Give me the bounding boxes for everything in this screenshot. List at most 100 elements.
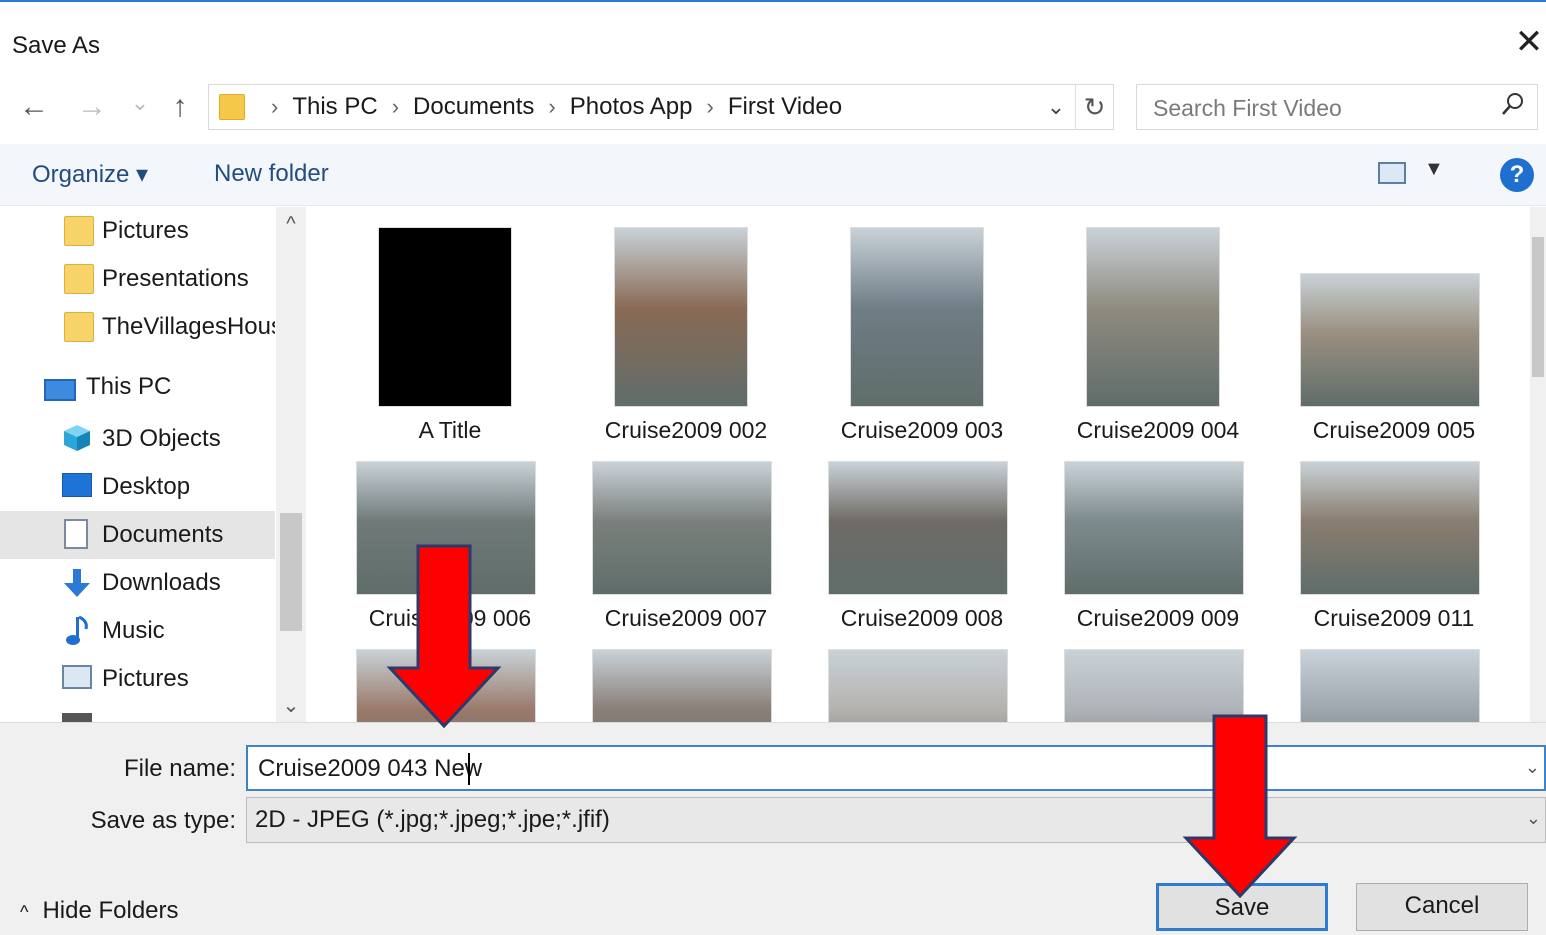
file-name-field[interactable]: Cruise2009 043 New ⌄: [246, 745, 1546, 791]
documents-icon: [64, 519, 88, 549]
help-icon[interactable]: ?: [1500, 158, 1534, 192]
breadcrumb-separator[interactable]: ›: [378, 94, 413, 120]
hide-folders-label: Hide Folders: [42, 897, 179, 924]
file-thumbnail: [592, 649, 772, 722]
sidebar-item-presentations[interactable]: Presentations: [0, 255, 275, 303]
sidebar-scrollbar[interactable]: ^ ⌄: [276, 207, 306, 722]
chevron-down-icon[interactable]: ⌄: [1526, 808, 1541, 829]
save-as-type-label: Save as type:: [90, 807, 236, 834]
file-thumbnail: [828, 649, 1008, 722]
file-name-label: Cruise2009 004: [1076, 417, 1240, 443]
text-caret: [468, 753, 470, 785]
sidebar-item-label: Music: [102, 617, 165, 644]
scroll-up-icon[interactable]: ^: [276, 213, 306, 236]
music-icon: [64, 615, 94, 645]
chevron-down-icon[interactable]: ⌄: [1039, 85, 1073, 129]
sidebar-item-downloads[interactable]: Downloads: [0, 559, 275, 607]
file-list-scrollbar[interactable]: [1530, 207, 1546, 722]
file-name-label: Cruise2009 008: [840, 605, 1004, 631]
save-as-dialog: Save As ✕ ← → ⌄ ↑ › This PC › Documents …: [0, 0, 1546, 935]
chevron-up-icon: ^: [20, 902, 29, 922]
save-as-type-value: 2D - JPEG (*.jpg;*.jpeg;*.jpe;*.jfif): [255, 806, 610, 833]
sidebar-item-label: Downloads: [102, 569, 221, 596]
save-options-panel: File name: Cruise2009 043 New ⌄ Save as …: [0, 722, 1546, 935]
breadcrumb-separator: ›: [271, 94, 279, 119]
breadcrumb-first-video[interactable]: First Video: [728, 93, 842, 121]
file-thumbnail: [592, 461, 772, 595]
breadcrumb-this-pc[interactable]: This PC: [292, 93, 377, 121]
search-input[interactable]: Search First Video: [1136, 84, 1538, 130]
sidebar-item-label: Presentations: [102, 265, 249, 292]
forward-arrow-icon[interactable]: →: [74, 88, 110, 128]
sidebar-item-label: Pictures: [102, 665, 189, 692]
sidebar-item-pictures-library[interactable]: Pictures: [0, 655, 275, 703]
sidebar-item-label: Documents: [102, 521, 224, 548]
file-thumbnail: [1086, 227, 1220, 407]
annotation-arrow-save: [1182, 714, 1298, 899]
file-name-value: Cruise2009 043 New: [258, 755, 483, 782]
cancel-button[interactable]: Cancel: [1356, 883, 1528, 931]
file-name-label: Cruise2009 005: [1312, 417, 1476, 443]
sidebar-item-desktop[interactable]: Desktop: [0, 463, 275, 511]
refresh-icon[interactable]: ↻: [1075, 85, 1113, 129]
close-icon[interactable]: ✕: [1514, 25, 1544, 60]
view-options-dropdown-icon[interactable]: ▼: [1424, 158, 1444, 181]
sidebar-item-videos-partial[interactable]: [0, 703, 275, 722]
recent-locations-icon[interactable]: ⌄: [122, 84, 158, 124]
dialog-title: Save As: [12, 32, 101, 59]
file-thumbnail: [378, 227, 512, 407]
navigation-bar: ← → ⌄ ↑ › This PC › Documents › Photos A…: [0, 80, 1546, 138]
title-bar: Save As ✕: [0, 14, 1546, 74]
sidebar-item-3d-objects[interactable]: 3D Objects: [0, 415, 275, 463]
breadcrumb: › This PC › Documents › Photos App › Fir…: [257, 85, 842, 129]
file-thumbnail: [1300, 273, 1480, 407]
file-list-scroll-thumb[interactable]: [1532, 237, 1544, 377]
folder-icon: [64, 312, 94, 342]
sidebar-item-documents[interactable]: Documents: [0, 511, 275, 559]
breadcrumb-separator[interactable]: ›: [693, 94, 728, 120]
back-arrow-icon[interactable]: ←: [16, 88, 52, 128]
sidebar-item-this-pc[interactable]: This PC: [0, 367, 275, 415]
breadcrumb-photos-app[interactable]: Photos App: [570, 93, 693, 121]
file-name-label: Cruise2009 002: [604, 417, 768, 443]
file-name-label: Cruise2009 009: [1076, 605, 1240, 631]
file-thumbnail: [614, 227, 748, 407]
cube-icon: [62, 423, 92, 453]
download-icon: [62, 567, 92, 597]
change-view-icon[interactable]: [1378, 162, 1406, 184]
file-thumbnail: [828, 461, 1008, 595]
annotation-arrow-file-name: [386, 544, 502, 729]
organize-button[interactable]: Organize ▾: [32, 160, 148, 189]
up-arrow-icon[interactable]: ↑: [162, 88, 198, 128]
file-thumbnail: [850, 227, 984, 407]
address-bar[interactable]: › This PC › Documents › Photos App › Fir…: [208, 84, 1114, 130]
file-name-label-text: File name:: [123, 755, 236, 782]
file-thumbnail: [1300, 649, 1480, 722]
scroll-down-icon[interactable]: ⌄: [276, 693, 306, 718]
sidebar-item-label: This PC: [86, 373, 172, 400]
sidebar-item-label: 3D Objects: [102, 425, 221, 452]
save-as-type-select[interactable]: 2D - JPEG (*.jpg;*.jpeg;*.jpe;*.jfif) ⌄: [246, 797, 1546, 843]
navigation-pane: Pictures Presentations TheVillagesHous T…: [0, 207, 308, 722]
sidebar-item-pictures-folder[interactable]: Pictures: [0, 207, 275, 255]
command-bar: Organize ▾ New folder ▼ ?: [0, 144, 1546, 206]
hide-folders-toggle[interactable]: ^ Hide Folders: [20, 897, 179, 925]
file-name-label: Cruise2009 007: [604, 605, 768, 631]
file-name-label: Cruise2009 011: [1313, 605, 1475, 631]
sidebar-scroll-thumb[interactable]: [280, 513, 302, 631]
search-icon[interactable]: [1501, 91, 1525, 126]
file-thumbnail: [1064, 461, 1244, 595]
file-name-label: Cruise2009 003: [840, 417, 1004, 443]
file-thumbnail: [1300, 461, 1480, 595]
chevron-down-icon[interactable]: ⌄: [1525, 757, 1540, 778]
new-folder-button[interactable]: New folder: [214, 160, 329, 188]
computer-icon: [44, 379, 76, 401]
pictures-icon: [62, 665, 92, 689]
sidebar-item-label: Desktop: [102, 473, 191, 500]
breadcrumb-documents[interactable]: Documents: [413, 93, 534, 121]
sidebar-item-music[interactable]: Music: [0, 607, 275, 655]
breadcrumb-separator[interactable]: ›: [534, 94, 569, 120]
sidebar-item-label: Pictures: [102, 217, 189, 244]
file-name-label: A Title: [418, 417, 482, 443]
sidebar-item-thevillageshous[interactable]: TheVillagesHous: [0, 303, 275, 351]
